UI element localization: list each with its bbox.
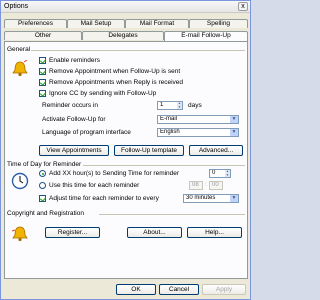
bell-reminder-icon	[12, 60, 28, 77]
register-button[interactable]: Register...	[45, 227, 100, 238]
tab-panel: General Enable reminders Remove Appointm…	[4, 41, 248, 279]
check-ignore-cc[interactable]: Ignore CC by sending with Follow-Up	[39, 90, 156, 97]
checkbox-label: Ignore CC by sending with Follow-Up	[49, 90, 157, 97]
time-hour-field[interactable]: 08	[189, 181, 203, 190]
checkbox-label: Enable reminders	[49, 57, 100, 64]
window-title: Options	[4, 3, 29, 10]
checkbox-label: Remove Appointments when Reply is receiv…	[49, 79, 184, 86]
about-button[interactable]: About...	[127, 227, 182, 238]
check-remove-appointment-sent[interactable]: Remove Appointment when Follow-Up is sen…	[39, 68, 180, 75]
check-remove-appointments-reply[interactable]: Remove Appointments when Reply is receiv…	[39, 79, 183, 86]
time-separator: :	[205, 181, 207, 188]
tab-row-2: Other Delegates E-mail Follow-Up	[4, 31, 248, 41]
radio-button[interactable]	[39, 170, 46, 177]
radio-use-time[interactable]: Use this time for each reminder	[39, 182, 139, 189]
follow-up-template-button[interactable]: Follow-Up template	[114, 145, 184, 156]
language-select[interactable]: English ▼	[157, 128, 239, 137]
title-bar: Options x	[1, 1, 250, 13]
divider	[83, 165, 245, 166]
checkbox[interactable]	[39, 79, 46, 86]
activate-select[interactable]: E-mail ▼	[157, 115, 239, 124]
radio-button[interactable]	[39, 182, 46, 189]
advanced-button[interactable]: Advanced...	[189, 145, 243, 156]
activate-value: E-mail	[160, 116, 178, 122]
view-appointments-button[interactable]: View Appointments	[39, 145, 109, 156]
reminder-value: 1	[160, 102, 164, 108]
help-button[interactable]: Help...	[187, 227, 242, 238]
general-heading: General	[7, 46, 31, 53]
bell-registration-icon	[11, 226, 28, 242]
check-enable-reminders[interactable]: Enable reminders	[39, 57, 100, 64]
radio-label: Add XX hour(s) to Sending Time for remin…	[49, 170, 180, 177]
chevron-down-icon[interactable]: ▼	[230, 129, 238, 136]
cancel-button[interactable]: Cancel	[159, 284, 199, 295]
checkbox-label: Remove Appointment when Follow-Up is sen…	[49, 68, 181, 75]
tab-mail-format[interactable]: Mail Format	[125, 19, 189, 28]
spin-arrows-icon[interactable]: ▲ ▼	[177, 102, 182, 109]
chevron-down-icon[interactable]: ▼	[230, 195, 238, 202]
reminder-label: Reminder occurs in	[42, 102, 98, 109]
copyright-heading: Copyright and Registration	[7, 210, 84, 217]
tab-row-1: Preferences Mail Setup Mail Format Spell…	[4, 19, 248, 28]
tab-spelling[interactable]: Spelling	[189, 19, 248, 28]
checkbox[interactable]	[39, 68, 46, 75]
tab-preferences[interactable]: Preferences	[4, 19, 67, 28]
radio-label: Use this time for each reminder	[49, 182, 140, 189]
reminder-days-stepper[interactable]: 1 ▲ ▼	[157, 101, 183, 110]
checkbox[interactable]	[39, 57, 46, 64]
checkbox[interactable]	[39, 195, 46, 202]
clock-icon	[11, 172, 29, 190]
add-hours-value: 0	[212, 170, 216, 176]
language-label: Language of program interface	[42, 129, 131, 136]
time-of-day-heading: Time of Day for Reminder	[7, 161, 82, 168]
spin-arrows-icon[interactable]: ▲ ▼	[225, 170, 230, 177]
divider	[31, 50, 245, 51]
adjust-interval-select[interactable]: 30 minutes ▼	[183, 194, 239, 203]
checkbox[interactable]	[39, 90, 46, 97]
options-window: Options x Preferences Mail Setup Mail Fo…	[0, 0, 251, 300]
language-value: English	[160, 129, 180, 135]
tab-mail-setup[interactable]: Mail Setup	[67, 19, 125, 28]
ok-button[interactable]: OK	[116, 284, 156, 295]
tab-email-follow-up[interactable]: E-mail Follow-Up	[164, 31, 248, 41]
check-adjust-time[interactable]: Adjust time for each reminder to every	[39, 195, 159, 202]
close-button[interactable]: x	[238, 2, 248, 11]
reminder-unit: days	[188, 102, 202, 109]
divider	[99, 214, 245, 215]
checkbox-label: Adjust time for each reminder to every	[49, 195, 159, 202]
adjust-interval-value: 30 minutes	[186, 195, 216, 201]
tab-delegates[interactable]: Delegates	[82, 31, 164, 40]
radio-add-hours[interactable]: Add XX hour(s) to Sending Time for remin…	[39, 170, 179, 177]
add-hours-stepper[interactable]: 0 ▲ ▼	[209, 169, 231, 178]
close-icon: x	[241, 3, 245, 10]
apply-button[interactable]: Apply	[202, 284, 246, 295]
time-minute-field[interactable]: 00	[209, 181, 223, 190]
tab-other[interactable]: Other	[4, 31, 82, 40]
chevron-down-icon[interactable]: ▼	[230, 116, 238, 123]
activate-label: Activate Follow-Up for	[42, 116, 106, 123]
